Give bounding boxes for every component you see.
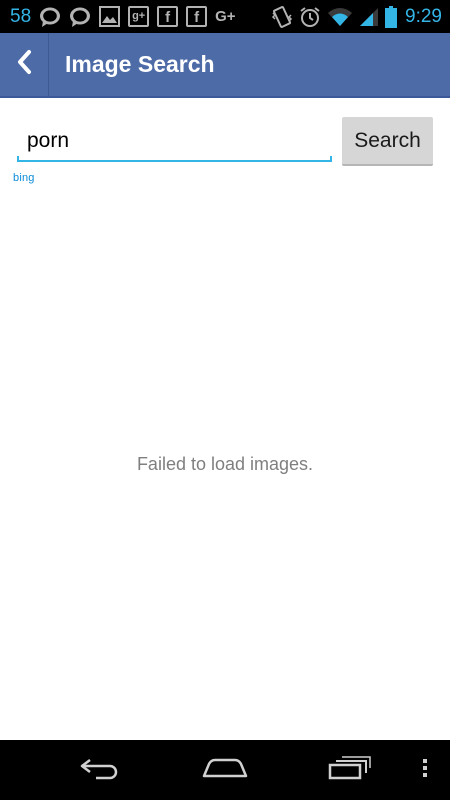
status-bar: 58 g+ f f G+ 9:29 (0, 0, 450, 33)
search-input[interactable] (17, 122, 332, 160)
menu-icon (422, 758, 428, 783)
notification-count: 58 (10, 6, 32, 27)
navigation-bar (0, 740, 450, 800)
clock: 9:29 (405, 6, 442, 27)
battery-icon (385, 5, 398, 28)
chevron-left-icon (15, 49, 33, 80)
facebook-icon: f (157, 0, 179, 33)
bing-logo: bing (13, 172, 35, 184)
wifi-icon (327, 7, 353, 27)
status-right: 9:29 (265, 0, 442, 33)
status-left: 58 g+ f f G+ (0, 0, 244, 33)
nav-recent-apps-button[interactable] (318, 740, 382, 800)
action-bar: Image Search (0, 33, 450, 98)
chat-bubble-icon (39, 0, 61, 33)
home-icon (201, 756, 249, 785)
screen: 58 g+ f f G+ 9:29 Image Search porn Sear… (0, 0, 450, 800)
back-icon (78, 756, 122, 785)
nav-menu-button[interactable] (410, 740, 440, 800)
image-icon (99, 0, 121, 33)
back-button[interactable] (0, 33, 49, 96)
chat-bubble-icon (69, 0, 91, 33)
recent-apps-icon (327, 755, 373, 785)
search-button[interactable]: Search (342, 117, 433, 166)
search-underline (17, 156, 332, 162)
search-field[interactable] (17, 122, 332, 162)
nav-home-button[interactable] (193, 740, 257, 800)
error-message: Failed to load images. (136, 454, 314, 474)
vibrate-icon (271, 5, 293, 29)
facebook-icon: f (186, 0, 208, 33)
google-plus-icon: G+ (215, 8, 236, 25)
google-plus-icon: g+ (128, 0, 150, 33)
nav-back-button[interactable] (68, 740, 132, 800)
alarm-icon (299, 6, 321, 28)
page-title: Image Search (65, 51, 215, 77)
signal-icon (359, 7, 379, 27)
